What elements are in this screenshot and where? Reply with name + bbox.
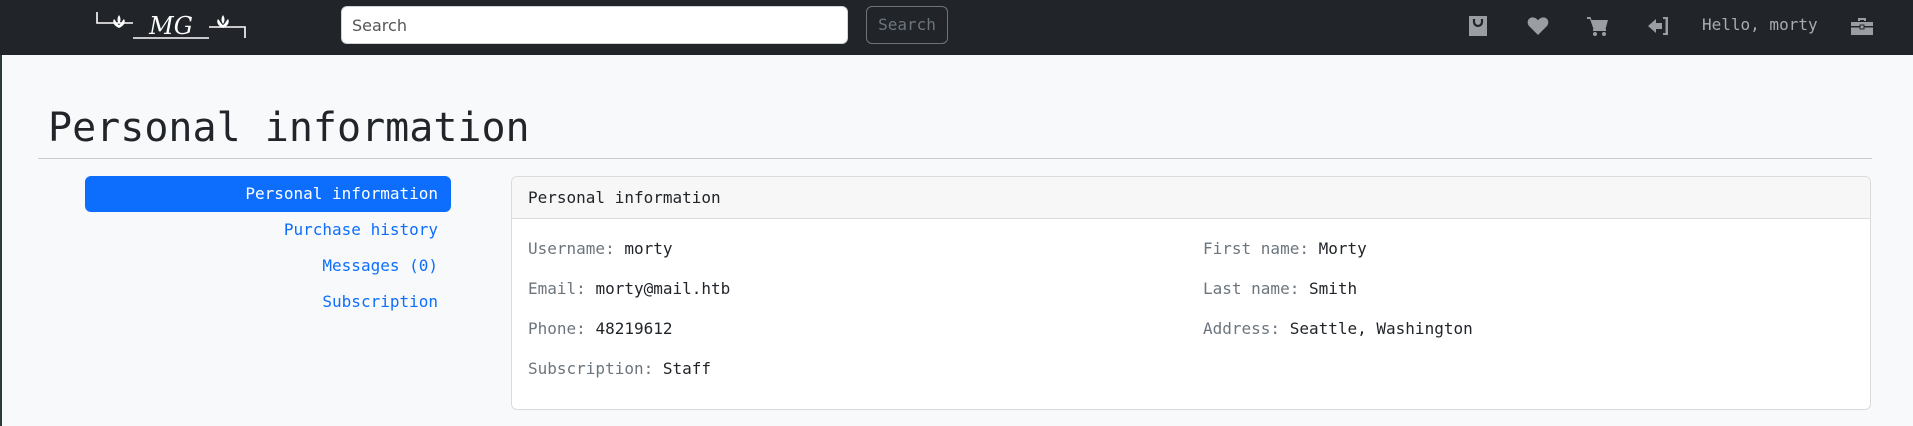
phone-field: Phone: 48219612	[528, 318, 673, 340]
side-nav-personal-information[interactable]: Personal information	[85, 176, 451, 212]
svg-text:MG: MG	[148, 12, 193, 40]
search-input[interactable]	[341, 6, 848, 44]
first-name-label: First name:	[1203, 239, 1309, 258]
card-header: Personal information	[512, 177, 1870, 219]
cart-icon[interactable]	[1586, 14, 1610, 38]
navbar: MG Search Hello, morty	[0, 0, 1913, 55]
sign-out-icon[interactable]	[1646, 14, 1670, 38]
address-field: Address: Seattle, Washington	[1203, 318, 1473, 340]
email-field: Email: morty@mail.htb	[528, 278, 730, 300]
subscription-field: Subscription: Staff	[528, 358, 711, 380]
page-title: Personal information	[48, 105, 530, 151]
address-value: Seattle, Washington	[1289, 319, 1473, 338]
email-label: Email:	[528, 279, 586, 298]
username-label: Username:	[528, 239, 615, 258]
username-value: morty	[624, 239, 673, 258]
first-name-value: Morty	[1318, 239, 1367, 258]
search-button[interactable]: Search	[866, 6, 948, 44]
greeting-text[interactable]: Hello, morty	[1702, 15, 1818, 34]
personal-info-card: Personal information Username: morty Ema…	[511, 176, 1871, 410]
address-label: Address:	[1203, 319, 1281, 338]
shopping-bag-icon[interactable]	[1466, 14, 1490, 38]
last-name-field: Last name: Smith	[1203, 278, 1357, 300]
phone-value: 48219612	[595, 319, 673, 338]
username-field: Username: morty	[528, 238, 673, 260]
email-value: morty@mail.htb	[595, 279, 731, 298]
first-name-field: First name: Morty	[1203, 238, 1367, 260]
account-side-nav: Personal information Purchase history Me…	[85, 176, 451, 320]
phone-label: Phone:	[528, 319, 586, 338]
window-edge	[0, 0, 2, 426]
brand-logo[interactable]: MG	[96, 8, 246, 42]
side-nav-subscription[interactable]: Subscription	[85, 284, 451, 320]
briefcase-icon[interactable]	[1850, 14, 1874, 38]
side-nav-messages[interactable]: Messages (0)	[85, 248, 451, 284]
last-name-value: Smith	[1308, 279, 1358, 298]
subscription-value: Staff	[662, 359, 712, 378]
title-divider	[38, 158, 1872, 159]
last-name-label: Last name:	[1203, 279, 1300, 298]
side-nav-purchase-history[interactable]: Purchase history	[85, 212, 451, 248]
heart-icon[interactable]	[1526, 14, 1550, 38]
subscription-label: Subscription:	[528, 359, 654, 378]
